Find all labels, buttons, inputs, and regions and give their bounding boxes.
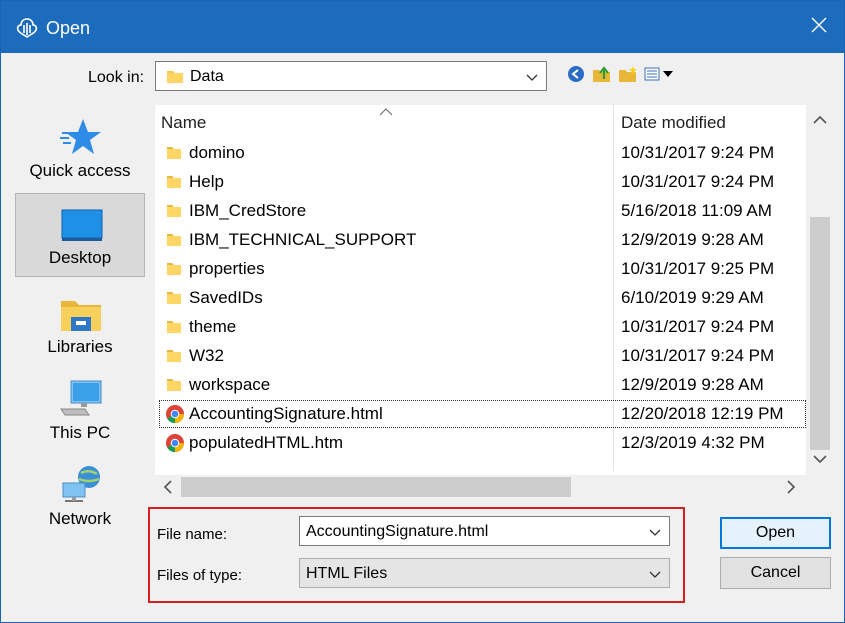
look-in-combobox[interactable]: Data <box>155 61 547 91</box>
file-row[interactable]: W32 10/31/2017 9:24 PM <box>159 342 806 370</box>
date-modified-cell: 10/31/2017 9:24 PM <box>621 172 775 191</box>
dialog-title: Open <box>46 18 91 38</box>
open-dialog: Open Look in: Data Quick access Desktop … <box>0 0 845 623</box>
scroll-down-icon[interactable] <box>812 452 828 469</box>
navigation-toolbar <box>566 63 674 85</box>
file-name-cell: SavedIDs <box>189 288 263 307</box>
scroll-left-icon[interactable] <box>162 479 174 499</box>
folder-icon <box>165 288 187 308</box>
folder-icon <box>165 259 187 279</box>
folder-icon <box>165 346 187 366</box>
chevron-down-icon <box>526 70 538 87</box>
vertical-scroll-thumb[interactable] <box>810 217 830 450</box>
look-in-value: Data <box>190 68 224 85</box>
desktop-icon <box>60 206 104 246</box>
file-name-cell: IBM_CredStore <box>189 201 307 220</box>
place-network[interactable]: Network <box>15 453 145 537</box>
cancel-button[interactable]: Cancel <box>720 557 831 589</box>
place-this-pc[interactable]: This PC <box>15 367 145 451</box>
file-row[interactable]: properties 10/31/2017 9:25 PM <box>159 255 806 283</box>
file-name-cell: Help <box>189 172 224 191</box>
places-bar: Quick access Desktop Libraries This PC N… <box>15 105 146 619</box>
folder-icon <box>165 201 187 221</box>
file-name-cell: domino <box>189 143 245 162</box>
sort-ascending-icon <box>379 105 393 119</box>
app-icon <box>15 17 39 39</box>
folder-icon <box>165 172 187 192</box>
date-modified-cell: 5/16/2018 11:09 AM <box>621 201 772 220</box>
date-modified-cell: 12/9/2019 9:28 AM <box>621 375 764 394</box>
file-row[interactable]: SavedIDs 6/10/2019 9:29 AM <box>159 284 806 312</box>
date-modified-cell: 12/3/2019 4:32 PM <box>621 433 765 452</box>
file-name-value: AccountingSignature.html <box>306 523 489 540</box>
date-modified-cell: 6/10/2019 9:29 AM <box>621 288 764 307</box>
file-row[interactable]: Help 10/31/2017 9:24 PM <box>159 168 806 196</box>
file-row[interactable]: populatedHTML.htm 12/3/2019 4:32 PM <box>159 429 806 457</box>
file-row[interactable]: domino 10/31/2017 9:24 PM <box>159 139 806 167</box>
open-button[interactable]: Open <box>720 517 831 549</box>
view-menu-icon[interactable] <box>644 64 674 84</box>
place-quick-access[interactable]: Quick access <box>15 105 145 189</box>
place-desktop[interactable]: Desktop <box>15 193 145 277</box>
new-folder-icon[interactable] <box>618 64 638 84</box>
file-row[interactable]: workspace 12/9/2019 9:28 AM <box>159 371 806 399</box>
back-icon[interactable] <box>566 64 586 84</box>
file-name-cell: populatedHTML.htm <box>189 433 344 452</box>
files-of-type-select[interactable]: HTML Files <box>299 558 670 588</box>
files-of-type-label: Files of type: <box>157 567 243 584</box>
look-in-label: Look in: <box>88 69 145 86</box>
date-modified-cell: 12/20/2018 12:19 PM <box>621 404 784 423</box>
file-name-cell: workspace <box>189 375 271 394</box>
libraries-icon <box>59 293 103 333</box>
date-modified-cell: 10/31/2017 9:24 PM <box>621 317 775 336</box>
date-modified-cell: 10/31/2017 9:24 PM <box>621 143 775 162</box>
file-row[interactable]: IBM_TECHNICAL_SUPPORT 12/9/2019 9:28 AM <box>159 226 806 254</box>
file-name-input[interactable]: AccountingSignature.html <box>299 516 670 546</box>
file-name-cell: IBM_TECHNICAL_SUPPORT <box>189 230 417 249</box>
file-row[interactable]: IBM_CredStore 5/16/2018 11:09 AM <box>159 197 806 225</box>
date-modified-cell: 10/31/2017 9:24 PM <box>621 346 775 365</box>
place-libraries[interactable]: Libraries <box>15 281 145 365</box>
chevron-down-icon <box>649 567 661 584</box>
this-pc-icon <box>59 379 103 419</box>
date-modified-cell: 10/31/2017 9:25 PM <box>621 259 775 278</box>
file-list[interactable]: Name Date modified domino 10/31/2017 9:24… <box>155 105 806 475</box>
file-name-cell: theme <box>189 317 237 336</box>
file-row[interactable]: AccountingSignature.html 12/20/2018 12:19… <box>159 400 806 428</box>
folder-icon <box>166 68 184 88</box>
scroll-right-icon[interactable] <box>785 479 797 499</box>
network-icon <box>59 465 103 505</box>
folder-icon <box>165 230 187 250</box>
vertical-scrollbar[interactable] <box>808 105 832 475</box>
file-name-cell: W32 <box>189 346 224 365</box>
date-modified-cell: 12/9/2019 9:28 AM <box>621 230 764 249</box>
folder-icon <box>165 317 187 337</box>
horizontal-scrollbar[interactable] <box>155 475 806 499</box>
quick-access-star-icon <box>59 117 103 157</box>
scroll-up-icon[interactable] <box>812 113 828 130</box>
chrome-html-icon <box>165 404 187 424</box>
horizontal-scroll-thumb[interactable] <box>181 477 571 497</box>
folder-icon <box>165 375 187 395</box>
file-name-cell: properties <box>189 259 265 278</box>
files-of-type-value: HTML Files <box>306 565 388 582</box>
title-bar: Open <box>1 1 844 53</box>
chrome-html-icon <box>165 433 187 453</box>
folder-icon <box>165 143 187 163</box>
up-folder-icon[interactable] <box>592 64 612 84</box>
file-row[interactable]: theme 10/31/2017 9:24 PM <box>159 313 806 341</box>
file-name-cell: AccountingSignature.html <box>189 404 383 423</box>
close-button[interactable] <box>794 1 844 53</box>
file-name-label: File name: <box>157 526 228 543</box>
chevron-down-icon[interactable] <box>649 525 661 542</box>
close-icon <box>811 17 827 37</box>
